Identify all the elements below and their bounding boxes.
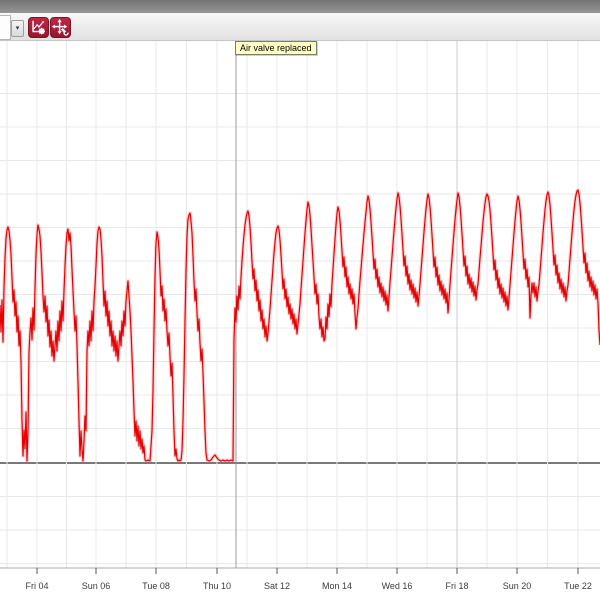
window-titlebar-strip (0, 0, 600, 13)
clipped-toolbar-button[interactable] (0, 15, 11, 40)
x-tick-label: Tue 08 (142, 581, 170, 591)
x-tick-label: Thu 10 (203, 581, 231, 591)
trend-chart[interactable]: Fri 04 Sun 06 Tue 08 Thu 10 Sat 12 Mon 14 Wed … (0, 0, 600, 600)
pan-config-button[interactable] (50, 17, 71, 38)
x-tick-label: Fri 04 (25, 581, 48, 591)
x-tick-label: Sat 12 (264, 581, 290, 591)
chart-settings-button[interactable] (28, 17, 49, 38)
dropdown-button[interactable]: ▾ (11, 20, 24, 37)
series-line (0, 188, 600, 463)
x-tick-label: Wed 16 (382, 581, 413, 591)
chevron-down-icon: ▾ (15, 25, 20, 32)
trend-viewer-window: Fri 04 Sun 06 Tue 08 Thu 10 Sat 12 Mon 14 Wed … (0, 0, 600, 600)
x-tick-label: Fri 18 (445, 581, 468, 591)
chart-gear-icon (32, 20, 46, 35)
x-tick-label: Mon 14 (322, 581, 352, 591)
move-arrows-wrench-icon (51, 18, 69, 36)
x-tick-label: Tue 22 (564, 581, 592, 591)
x-tick-label: Sun 20 (503, 581, 532, 591)
annotation-flag[interactable]: Air valve replaced (235, 41, 317, 55)
series-main-line (0, 189, 600, 462)
toolbar: ▾ (0, 13, 600, 41)
x-tick-label: Sun 06 (82, 581, 111, 591)
x-axis: Fri 04 Sun 06 Tue 08 Thu 10 Sat 12 Mon 14 Wed … (0, 567, 600, 591)
